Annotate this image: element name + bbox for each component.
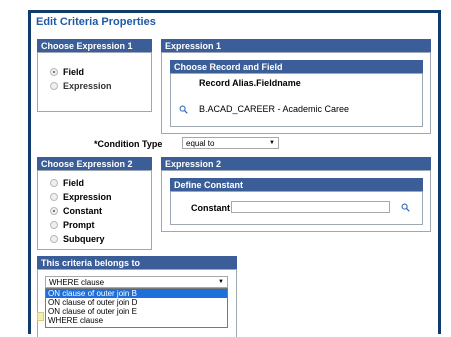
radio-button[interactable]: [50, 68, 58, 76]
expr2-radio-expression[interactable]: Expression: [50, 192, 112, 202]
dropdown-option[interactable]: ON clause of outer join D: [46, 298, 227, 307]
radio-button[interactable]: [50, 221, 58, 229]
edit-criteria-dialog: Edit Criteria Properties Choose Expressi…: [28, 10, 441, 337]
expr2-radio-field[interactable]: Field: [50, 178, 84, 188]
search-icon[interactable]: [401, 203, 410, 212]
expr1-type-header: Choose Expression 1 Type: [37, 39, 152, 61]
belongs-to-selected: WHERE clause: [49, 277, 105, 287]
expr2-panel: Define Constant Constant: [161, 170, 431, 232]
radio-label: Field: [63, 67, 85, 77]
condition-type-select[interactable]: equal to ▼: [182, 137, 279, 149]
radio-button[interactable]: [50, 179, 58, 187]
dialog-title: Edit Criteria Properties: [36, 16, 156, 28]
field-value-link[interactable]: B.ACAD_CAREER - Academic Caree: [199, 104, 349, 114]
chevron-down-icon: ▼: [269, 140, 275, 146]
partially-hidden-button[interactable]: [37, 312, 44, 321]
belongs-to-header: This criteria belongs to: [37, 256, 237, 269]
radio-label: Expression: [63, 81, 112, 91]
expr2-type-panel: Field Expression Constant Prompt Subquer…: [37, 170, 152, 250]
define-constant-header: Define Constant: [170, 178, 423, 191]
expr1-type-panel: Field Expression: [37, 52, 152, 112]
belongs-to-dropdown: ON clause of outer join B ON clause of o…: [45, 288, 228, 328]
radio-button[interactable]: [50, 207, 58, 215]
condition-type-label: *Condition Type: [94, 139, 163, 149]
belongs-to-select[interactable]: WHERE clause ▼: [45, 276, 228, 288]
expr2-radio-prompt[interactable]: Prompt: [50, 220, 95, 230]
constant-input[interactable]: [231, 201, 390, 213]
chevron-down-icon: ▼: [218, 279, 224, 285]
expr1-header: Expression 1: [161, 39, 431, 52]
choose-record-header: Choose Record and Field: [170, 60, 423, 73]
search-icon[interactable]: [179, 105, 188, 114]
radio-button[interactable]: [50, 235, 58, 243]
radio-label: Expression: [63, 192, 112, 202]
expr2-radio-constant[interactable]: Constant: [50, 206, 102, 216]
expr2-radio-subquery[interactable]: Subquery: [50, 234, 105, 244]
column-label: Record Alias.Fieldname: [199, 78, 301, 88]
radio-button[interactable]: [50, 82, 58, 90]
expr2-header: Expression 2: [161, 157, 431, 170]
radio-label: Prompt: [63, 220, 95, 230]
dropdown-option[interactable]: ON clause of outer join E: [46, 307, 227, 316]
condition-type-value: equal to: [186, 138, 215, 148]
expr1-radio-expression[interactable]: Expression: [50, 81, 112, 91]
radio-label: Subquery: [63, 234, 105, 244]
constant-label: Constant: [191, 203, 230, 213]
radio-button[interactable]: [50, 193, 58, 201]
define-constant-panel: Constant: [170, 191, 423, 225]
expr1-panel: Choose Record and Field Record Alias.Fie…: [161, 52, 431, 134]
expr1-radio-field[interactable]: Field: [50, 67, 84, 77]
dropdown-option[interactable]: ON clause of outer join B: [46, 289, 227, 298]
dropdown-option[interactable]: WHERE clause: [46, 316, 227, 325]
radio-label: Constant: [63, 206, 102, 216]
radio-label: Field: [63, 178, 85, 188]
expr2-type-header: Choose Expression 2 Type: [37, 157, 152, 179]
choose-record-panel: Record Alias.Fieldname B.ACAD_CAREER - A…: [170, 73, 423, 127]
